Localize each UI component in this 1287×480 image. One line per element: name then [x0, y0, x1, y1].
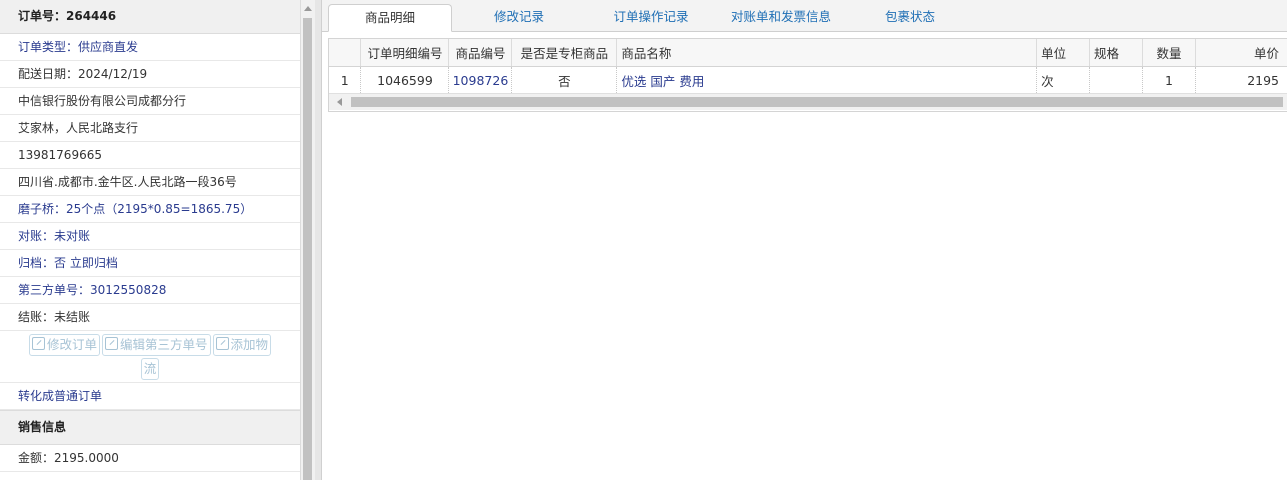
table-header-row: 订单明细编号 商品编号 是否是专柜商品 商品名称 单位 规格 数量 单价 — [329, 39, 1287, 67]
tab-modify-records[interactable]: 修改记录 — [472, 4, 566, 30]
settlement-status: 结账：未结账 — [0, 304, 300, 331]
reconcile-status-link[interactable]: 对账：未对账 — [0, 223, 300, 250]
contact-name: 艾家林，人民北路支行 — [0, 115, 300, 142]
order-type-link[interactable]: 订单类型：供应商直发 — [0, 34, 300, 61]
col-header-spec[interactable]: 规格 — [1089, 39, 1144, 67]
edit-icon — [215, 337, 229, 350]
col-header-quantity[interactable]: 数量 — [1142, 39, 1196, 67]
table-row[interactable]: 1 1046599 1098726 否 优选 国产 费用 次 1 2195 — [329, 66, 1287, 94]
product-name-link[interactable]: 优选 国产 费用 — [616, 66, 1038, 94]
detail-no-cell: 1046599 — [360, 66, 450, 94]
archive-status-link[interactable]: 归档：否 立即归档 — [0, 250, 300, 277]
tab-bar: 商品明细 修改记录 订单操作记录 对账单和发票信息 包裹状态 — [322, 0, 1287, 32]
panel-splitter[interactable] — [315, 0, 322, 480]
col-header-unit-price[interactable]: 单价 — [1195, 39, 1287, 67]
edit-icon — [31, 337, 45, 350]
tab-package-status[interactable]: 包裹状态 — [862, 4, 958, 30]
unit-cell: 次 — [1036, 66, 1091, 94]
contact-phone: 13981769665 — [0, 142, 300, 169]
delivery-date: 配送日期：2024/12/19 — [0, 61, 300, 88]
tab-product-details[interactable]: 商品明细 — [328, 4, 452, 32]
add-logistics-button[interactable]: 添加物 — [212, 334, 272, 356]
grid-horizontal-scrollbar[interactable] — [329, 93, 1287, 110]
unit-price-cell: 2195 — [1195, 66, 1287, 94]
modify-order-button[interactable]: 修改订单 — [28, 334, 100, 356]
col-header-unit[interactable]: 单位 — [1036, 39, 1091, 67]
quantity-cell: 1 — [1142, 66, 1196, 94]
customer-company: 中信银行股份有限公司成都分行 — [0, 88, 300, 115]
tab-order-operation-records[interactable]: 订单操作记录 — [592, 4, 710, 30]
add-logistics-button-wrap[interactable]: 流 — [140, 358, 160, 380]
third-party-number-link[interactable]: 第三方单号：3012550828 — [0, 277, 300, 304]
product-no-link[interactable]: 1098726 — [448, 66, 513, 94]
row-index: 1 — [329, 66, 362, 94]
order-number-header: 订单号：264446 — [0, 0, 300, 34]
order-actions: 修改订单 编辑第三方单号 添加物 流 — [0, 331, 300, 383]
product-table: 订单明细编号 商品编号 是否是专柜商品 商品名称 单位 规格 数量 单价 1 1… — [329, 39, 1287, 94]
edit-third-party-button[interactable]: 编辑第三方单号 — [101, 334, 211, 356]
order-detail-area: 商品明细 修改记录 订单操作记录 对账单和发票信息 包裹状态 订单明细编号 商品… — [322, 0, 1287, 480]
col-header-product-no[interactable]: 商品编号 — [448, 39, 513, 67]
delivery-address: 四川省.成都市.金牛区.人民北路一段36号 — [0, 169, 300, 196]
scrollbar-thumb[interactable] — [303, 18, 312, 480]
horizontal-scrollbar-thumb[interactable] — [351, 97, 1283, 107]
sales-info-header: 销售信息 — [0, 410, 300, 445]
order-info-panel: 订单号：264446 订单类型：供应商直发 配送日期：2024/12/19 中信… — [0, 0, 301, 480]
supplier-discount-link[interactable]: 磨子桥：25个点（2195*0.85=1865.75） — [0, 196, 300, 223]
col-header-index — [329, 39, 362, 67]
scroll-up-icon[interactable] — [304, 6, 312, 11]
product-grid: 订单明细编号 商品编号 是否是专柜商品 商品名称 单位 规格 数量 单价 1 1… — [328, 38, 1287, 112]
convert-to-normal-order-link[interactable]: 转化成普通订单 — [0, 383, 300, 410]
spec-cell — [1089, 66, 1144, 94]
col-header-counter-flag[interactable]: 是否是专柜商品 — [511, 39, 618, 67]
col-header-product-name[interactable]: 商品名称 — [616, 39, 1038, 67]
counter-flag-cell: 否 — [511, 66, 618, 94]
edit-icon — [104, 337, 118, 350]
scroll-left-icon[interactable] — [337, 98, 342, 106]
left-panel-scrollbar[interactable] — [300, 0, 316, 480]
tab-statement-invoice[interactable]: 对账单和发票信息 — [716, 4, 846, 30]
col-header-detail-no[interactable]: 订单明细编号 — [360, 39, 450, 67]
sales-amount: 金额：2195.0000 — [0, 445, 300, 472]
